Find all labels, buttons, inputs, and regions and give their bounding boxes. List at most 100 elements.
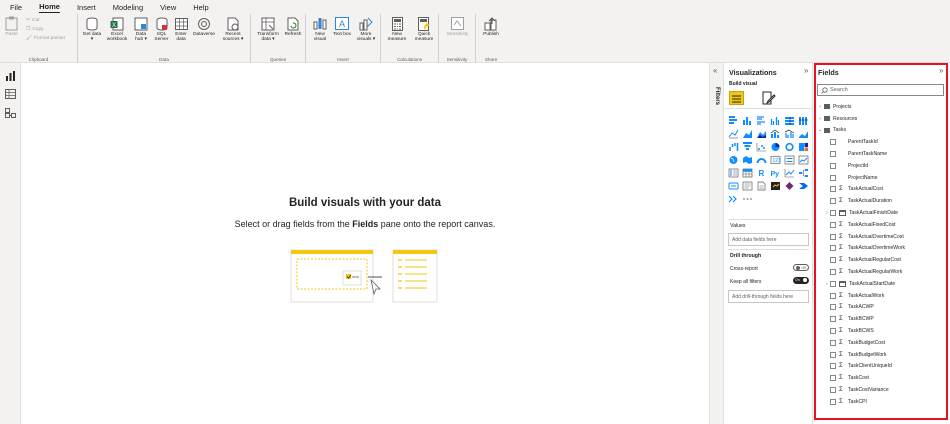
kpi-icon[interactable] <box>798 155 809 165</box>
format-visual-tab-icon[interactable] <box>762 91 776 105</box>
field-checkbox[interactable] <box>830 198 836 205</box>
ribbon-chart-icon[interactable] <box>798 129 809 139</box>
filled-map-icon[interactable] <box>742 155 753 165</box>
field-checkbox[interactable] <box>830 328 836 335</box>
field-item[interactable]: Σ TaskBudgetWork <box>817 349 947 361</box>
drill-through-well[interactable]: Add drill-through fields here <box>728 290 809 303</box>
field-table-projects[interactable]: › Projects <box>817 101 947 113</box>
model-view-icon[interactable] <box>5 105 16 118</box>
enter-data-button[interactable]: Enter data <box>173 16 189 42</box>
build-visual-tab-icon[interactable] <box>729 91 744 105</box>
field-item[interactable]: ParentTaskId <box>817 136 947 148</box>
gauge-icon[interactable] <box>756 155 767 165</box>
scatter-chart-icon[interactable] <box>756 142 767 152</box>
line-and-clustered-column-icon[interactable] <box>784 129 795 139</box>
field-checkbox[interactable] <box>830 221 836 228</box>
pie-chart-icon[interactable] <box>770 142 781 152</box>
copy-button[interactable]: ❐ Copy <box>26 27 44 32</box>
transform-data-button[interactable]: Transform data ▾ <box>255 16 281 42</box>
smart-narrative-icon[interactable] <box>742 181 753 191</box>
stacked-column-chart-icon[interactable] <box>742 116 753 126</box>
field-checkbox[interactable] <box>830 363 836 370</box>
collapse-chevron-icon[interactable]: ⌄ <box>817 127 823 133</box>
metrics-icon[interactable] <box>770 181 781 191</box>
waterfall-chart-icon[interactable] <box>728 142 739 152</box>
tab-home[interactable]: Home <box>39 2 60 13</box>
field-item[interactable]: Σ TaskActualOvertimeWork <box>817 243 947 255</box>
stacked-bar-chart-icon[interactable] <box>728 116 739 126</box>
tab-insert[interactable]: Insert <box>77 3 96 12</box>
cross-report-toggle[interactable]: Off <box>793 264 809 271</box>
field-checkbox[interactable] <box>830 339 836 346</box>
field-checkbox[interactable] <box>830 257 836 264</box>
field-checkbox[interactable] <box>830 210 836 217</box>
field-item[interactable]: Σ TaskActualOvertimeCost <box>817 231 947 243</box>
field-checkbox[interactable] <box>830 398 836 405</box>
field-item[interactable]: › TaskActualFinishDate <box>817 207 947 219</box>
field-item[interactable]: Σ TaskCost <box>817 372 947 384</box>
new-measure-button[interactable]: New measure <box>386 16 408 42</box>
stacked-area-chart-icon[interactable] <box>756 129 767 139</box>
sensitivity-button[interactable]: Sensitivity <box>442 16 473 37</box>
field-checkbox[interactable] <box>830 304 836 311</box>
card-icon[interactable]: 123 <box>770 155 781 165</box>
field-checkbox[interactable] <box>830 245 836 252</box>
field-checkbox[interactable] <box>830 186 836 193</box>
more-visuals-ellipsis-icon[interactable] <box>742 194 753 204</box>
data-view-icon[interactable] <box>5 86 16 99</box>
field-item[interactable]: Σ TaskCostVariance <box>817 384 947 396</box>
field-table-resources[interactable]: › Resources <box>817 113 947 125</box>
fields-search-input[interactable]: Search <box>817 84 944 96</box>
report-view-icon[interactable] <box>5 68 16 81</box>
field-item[interactable]: Σ TaskBCWP <box>817 313 947 325</box>
sql-server-button[interactable]: SQL Server <box>153 16 170 42</box>
field-item[interactable]: Σ TaskActualRegularWork <box>817 266 947 278</box>
power-apps-icon[interactable] <box>784 181 795 191</box>
tab-file[interactable]: File <box>10 3 22 12</box>
field-item[interactable]: Σ TaskCPI <box>817 396 947 408</box>
excel-workbook-button[interactable]: X Excel workbook <box>105 16 129 42</box>
qa-visual-icon[interactable] <box>728 181 739 191</box>
python-visual-icon[interactable]: Py <box>770 168 781 178</box>
field-checkbox[interactable] <box>830 375 836 382</box>
field-item[interactable]: ProjectName <box>817 172 947 184</box>
get-data-button[interactable]: Get data ▾ <box>82 16 102 42</box>
recent-sources-button[interactable]: Recent sources ▾ <box>220 16 246 42</box>
expand-chevron-icon[interactable]: « <box>713 66 717 75</box>
line-chart-icon[interactable] <box>728 129 739 139</box>
values-well[interactable]: Add data fields here <box>728 233 809 246</box>
field-checkbox[interactable] <box>830 316 836 323</box>
cut-button[interactable]: ✂ Cut <box>26 18 40 23</box>
field-item[interactable]: ProjectId <box>817 160 947 172</box>
key-influencers-icon[interactable] <box>784 168 795 178</box>
field-item[interactable]: › TaskActualStartDate <box>817 278 947 290</box>
data-hub-button[interactable]: Data hub ▾ <box>132 16 150 42</box>
dataverse-button[interactable]: Dataverse <box>191 16 217 37</box>
quick-measure-button[interactable]: Quick measure <box>412 16 436 42</box>
field-table-tasks[interactable]: ⌄ Tasks <box>817 125 947 137</box>
map-icon[interactable] <box>728 155 739 165</box>
field-checkbox[interactable] <box>830 280 836 287</box>
field-item[interactable]: Σ TaskActualCost <box>817 184 947 196</box>
clustered-column-chart-icon[interactable] <box>770 116 781 126</box>
more-visuals-button[interactable]: More visuals ▾ <box>355 16 377 42</box>
power-automate-flow-icon[interactable] <box>728 194 739 204</box>
field-item[interactable]: Σ TaskActualWork <box>817 290 947 302</box>
collapse-visualizations-icon[interactable]: » <box>804 66 808 75</box>
field-item[interactable]: Σ TaskClientUniqueId <box>817 361 947 373</box>
field-item[interactable]: Σ TaskActualRegularCost <box>817 254 947 266</box>
field-checkbox[interactable] <box>830 151 836 158</box>
expand-chevron-icon[interactable]: › <box>817 104 823 110</box>
new-visual-button[interactable]: New visual <box>311 16 329 42</box>
r-script-visual-icon[interactable]: R <box>756 168 767 178</box>
report-canvas[interactable]: Build visuals with your data Select or d… <box>21 63 709 424</box>
field-checkbox[interactable] <box>830 269 836 276</box>
multi-row-card-icon[interactable] <box>784 155 795 165</box>
field-item[interactable]: Σ TaskActualDuration <box>817 195 947 207</box>
clustered-bar-chart-icon[interactable] <box>756 116 767 126</box>
text-box-button[interactable]: A Text box <box>333 16 351 37</box>
treemap-icon[interactable] <box>798 142 809 152</box>
tab-view[interactable]: View <box>160 3 176 12</box>
keep-all-filters-toggle[interactable]: On <box>793 277 809 284</box>
line-and-stacked-column-icon[interactable] <box>770 129 781 139</box>
